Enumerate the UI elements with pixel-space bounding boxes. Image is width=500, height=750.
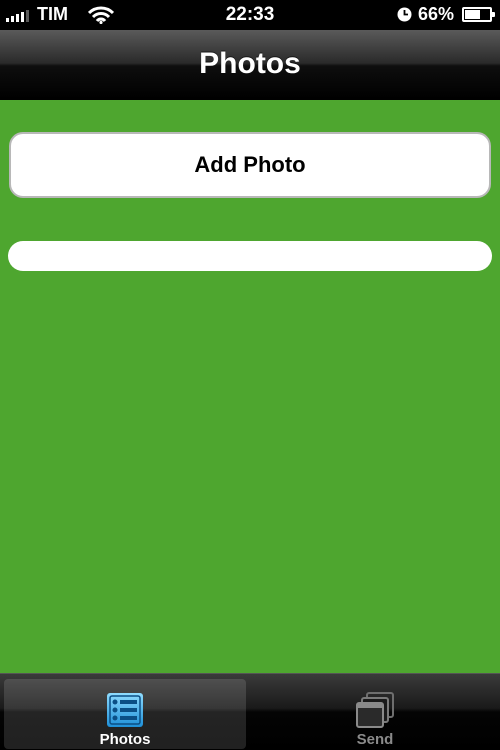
tab-send[interactable]: Send bbox=[254, 679, 496, 749]
battery-icon bbox=[462, 7, 495, 22]
status-bar: TIM 22:33 66% bbox=[0, 0, 500, 30]
status-right: 66% bbox=[397, 4, 495, 25]
page-title: Photos bbox=[199, 47, 301, 80]
battery-fill bbox=[465, 10, 480, 19]
battery-percent: 66% bbox=[417, 4, 454, 24]
clock-icon bbox=[397, 7, 412, 22]
list-icon bbox=[107, 693, 143, 727]
tab-photos-label: Photos bbox=[99, 731, 151, 748]
tab-send-label: Send bbox=[356, 731, 394, 748]
navigation-bar: Photos bbox=[0, 30, 500, 100]
tab-photos[interactable]: Photos bbox=[4, 679, 246, 749]
tab-bar: Photos Send bbox=[0, 673, 500, 750]
add-photo-button[interactable]: Add Photo bbox=[9, 132, 491, 198]
windows-icon bbox=[356, 692, 394, 728]
photo-list bbox=[8, 241, 492, 271]
